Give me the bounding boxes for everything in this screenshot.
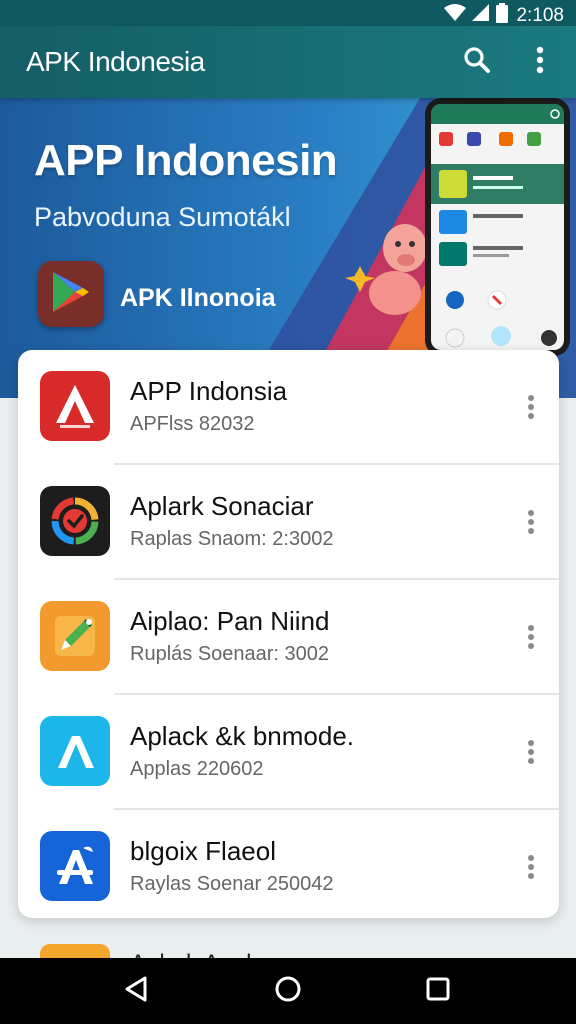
- list-item[interactable]: Aplark Sonaciar Raplas Snaom: 2:3002: [18, 465, 559, 580]
- play-store-icon: [51, 270, 91, 319]
- hero-title: APP Indonesin: [34, 136, 338, 185]
- phone-mockup: [425, 98, 570, 356]
- overflow-menu-button[interactable]: [520, 42, 560, 82]
- back-button[interactable]: [118, 973, 154, 1009]
- app-meta: APFlss 82032: [130, 413, 255, 435]
- app-meta: Raylas Soenar 250042: [130, 873, 334, 895]
- app-name: Aplack &k bnmode.: [130, 721, 355, 751]
- more-vert-icon[interactable]: [519, 505, 543, 539]
- recents-button[interactable]: [420, 973, 456, 1009]
- app-name: Aiplao: Pan Niind: [130, 606, 330, 636]
- more-vert-icon[interactable]: [519, 620, 543, 654]
- more-vert-icon[interactable]: [519, 850, 543, 884]
- app-list-card: APP Indonsia APFlss 82032 Aplark Sonacia…: [18, 350, 559, 918]
- signal-icon: [472, 4, 490, 27]
- lambda-icon: [40, 716, 110, 786]
- list-item[interactable]: Aplack &k bnmode. Applas 220602: [18, 695, 559, 810]
- brand-a-icon: [40, 371, 110, 441]
- app-name: APP Indonsia: [130, 376, 288, 406]
- status-icons: 2:108: [444, 3, 564, 28]
- hero-logo: [38, 261, 104, 327]
- search-icon: [463, 46, 491, 79]
- app-meta: Ruplás Soenaar: 3002: [130, 643, 330, 665]
- hero-subtitle: Pabvoduna Sumotákl: [34, 202, 291, 232]
- list-item[interactable]: Aiplao: Pan Niind Ruplás Soenaar: 3002: [18, 580, 559, 695]
- navigation-bar: [0, 958, 576, 1024]
- more-vert-icon[interactable]: [519, 735, 543, 769]
- app-store-icon: [40, 831, 110, 901]
- recents-square-icon: [426, 977, 450, 1006]
- app-meta: Raplas Snaom: 2:3002: [130, 528, 334, 550]
- home-circle-icon: [274, 975, 302, 1008]
- battery-icon: [496, 3, 509, 28]
- status-time: 2:108: [516, 4, 564, 26]
- app-name: blgoix Flaeol: [130, 836, 276, 866]
- app-bar: APK Indonesia: [0, 26, 576, 98]
- back-triangle-icon: [123, 975, 149, 1008]
- hero-logo-label: APK Ilnonoia: [120, 284, 276, 312]
- home-button[interactable]: [270, 973, 306, 1009]
- app-name: Aplark Sonaciar: [130, 491, 314, 521]
- status-bar: 2:108: [0, 0, 576, 26]
- wifi-icon: [444, 4, 467, 27]
- pencil-icon: [40, 601, 110, 671]
- more-vert-icon[interactable]: [519, 390, 543, 424]
- phone-screen-illustration: [431, 104, 564, 348]
- phone-screen: [431, 104, 564, 350]
- list-item[interactable]: APP Indonsia APFlss 82032: [18, 350, 559, 465]
- more-vert-icon: [536, 46, 544, 79]
- app-meta: Applas 220602: [130, 758, 264, 780]
- ring-check-icon: [40, 486, 110, 556]
- app-title: APK Indonesia: [26, 46, 205, 77]
- search-button[interactable]: [457, 42, 497, 82]
- list-item[interactable]: blgoix Flaeol Raylas Soenar 250042: [18, 810, 559, 918]
